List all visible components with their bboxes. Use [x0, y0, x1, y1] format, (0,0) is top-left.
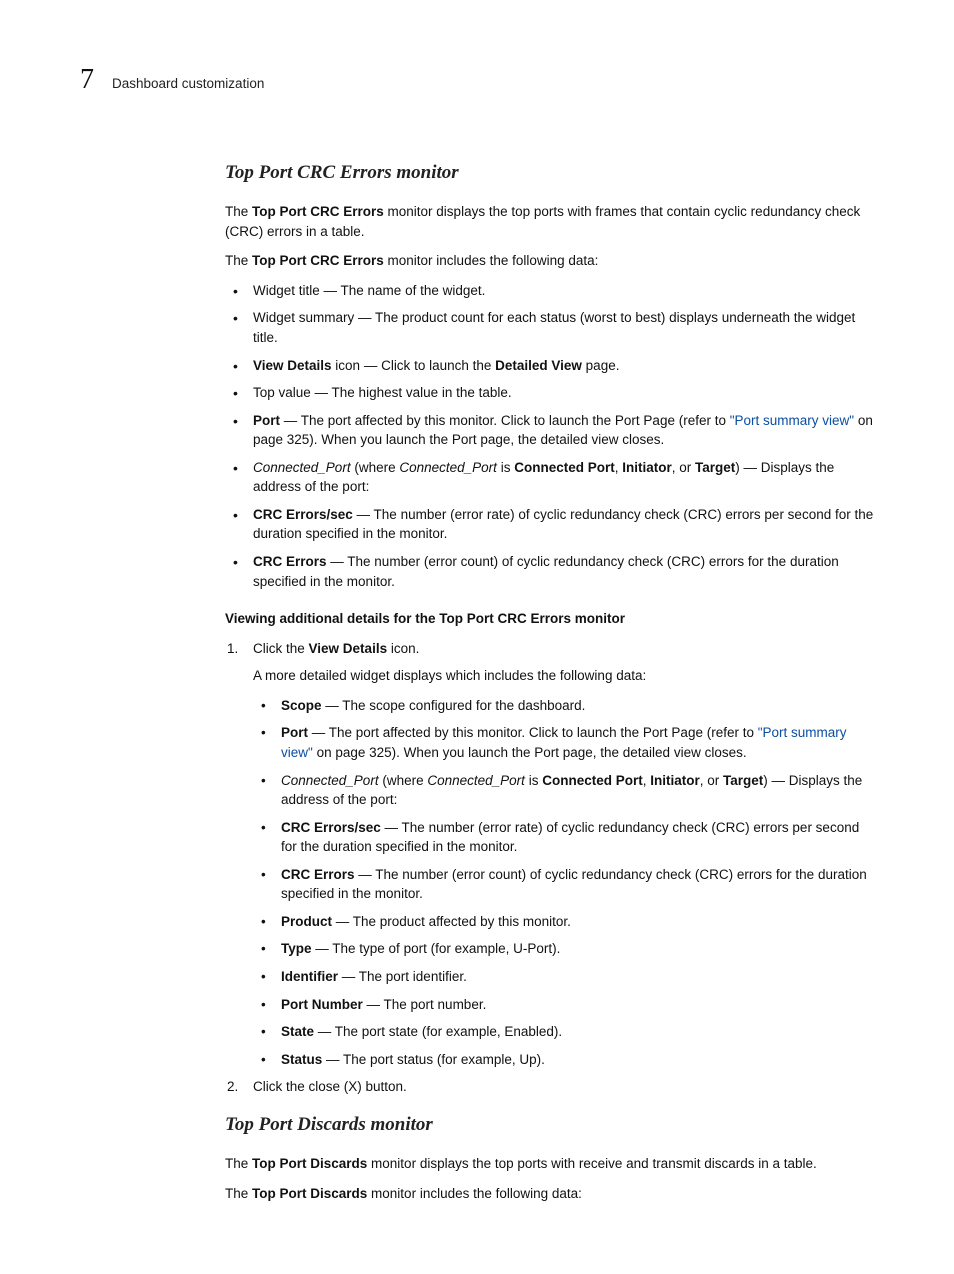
paragraph: The Top Port CRC Errors monitor displays…	[225, 202, 874, 241]
list-item: State — The port state (for example, Ena…	[253, 1022, 874, 1042]
list-item: Top value — The highest value in the tab…	[225, 383, 874, 403]
list-item: Widget title — The name of the widget.	[225, 281, 874, 301]
paragraph: The Top Port CRC Errors monitor includes…	[225, 251, 874, 271]
list-item: Status — The port status (for example, U…	[253, 1050, 874, 1070]
section-title: Dashboard customization	[112, 74, 264, 94]
list-item: CRC Errors — The number (error count) of…	[253, 865, 874, 904]
chapter-number: 7	[80, 60, 94, 101]
bullet-list: Widget title — The name of the widget. W…	[225, 281, 874, 591]
list-item: Port — The port affected by this monitor…	[253, 723, 874, 762]
list-item: Connected_Port (where Connected_Port is …	[225, 458, 874, 497]
paragraph: The Top Port Discards monitor includes t…	[225, 1184, 874, 1204]
list-item: Product — The product affected by this m…	[253, 912, 874, 932]
heading-top-port-discards: Top Port Discards monitor	[225, 1111, 874, 1139]
list-item: Widget summary — The product count for e…	[225, 308, 874, 347]
subheading-viewing-details: Viewing additional details for the Top P…	[225, 609, 874, 629]
list-item: Connected_Port (where Connected_Port is …	[253, 771, 874, 810]
heading-top-port-crc-errors: Top Port CRC Errors monitor	[225, 159, 874, 187]
link-port-summary-view[interactable]: "Port summary view"	[730, 413, 854, 428]
list-item: Click the View Details icon. A more deta…	[225, 639, 874, 1070]
list-item: Port — The port affected by this monitor…	[225, 411, 874, 450]
list-item: Type — The type of port (for example, U-…	[253, 939, 874, 959]
list-item: Click the close (X) button.	[225, 1077, 874, 1097]
paragraph: A more detailed widget displays which in…	[253, 666, 874, 686]
list-item: CRC Errors/sec — The number (error rate)…	[225, 505, 874, 544]
list-item: CRC Errors/sec — The number (error rate)…	[253, 818, 874, 857]
sub-bullet-list: Scope — The scope configured for the das…	[253, 696, 874, 1069]
page-header: 7 Dashboard customization	[80, 60, 884, 101]
list-item: CRC Errors — The number (error count) of…	[225, 552, 874, 591]
list-item: Identifier — The port identifier.	[253, 967, 874, 987]
list-item: View Details icon — Click to launch the …	[225, 356, 874, 376]
steps-list: Click the View Details icon. A more deta…	[225, 639, 874, 1097]
paragraph: The Top Port Discards monitor displays t…	[225, 1154, 874, 1174]
list-item: Scope — The scope configured for the das…	[253, 696, 874, 716]
page-content: Top Port CRC Errors monitor The Top Port…	[225, 159, 874, 1204]
list-item: Port Number — The port number.	[253, 995, 874, 1015]
